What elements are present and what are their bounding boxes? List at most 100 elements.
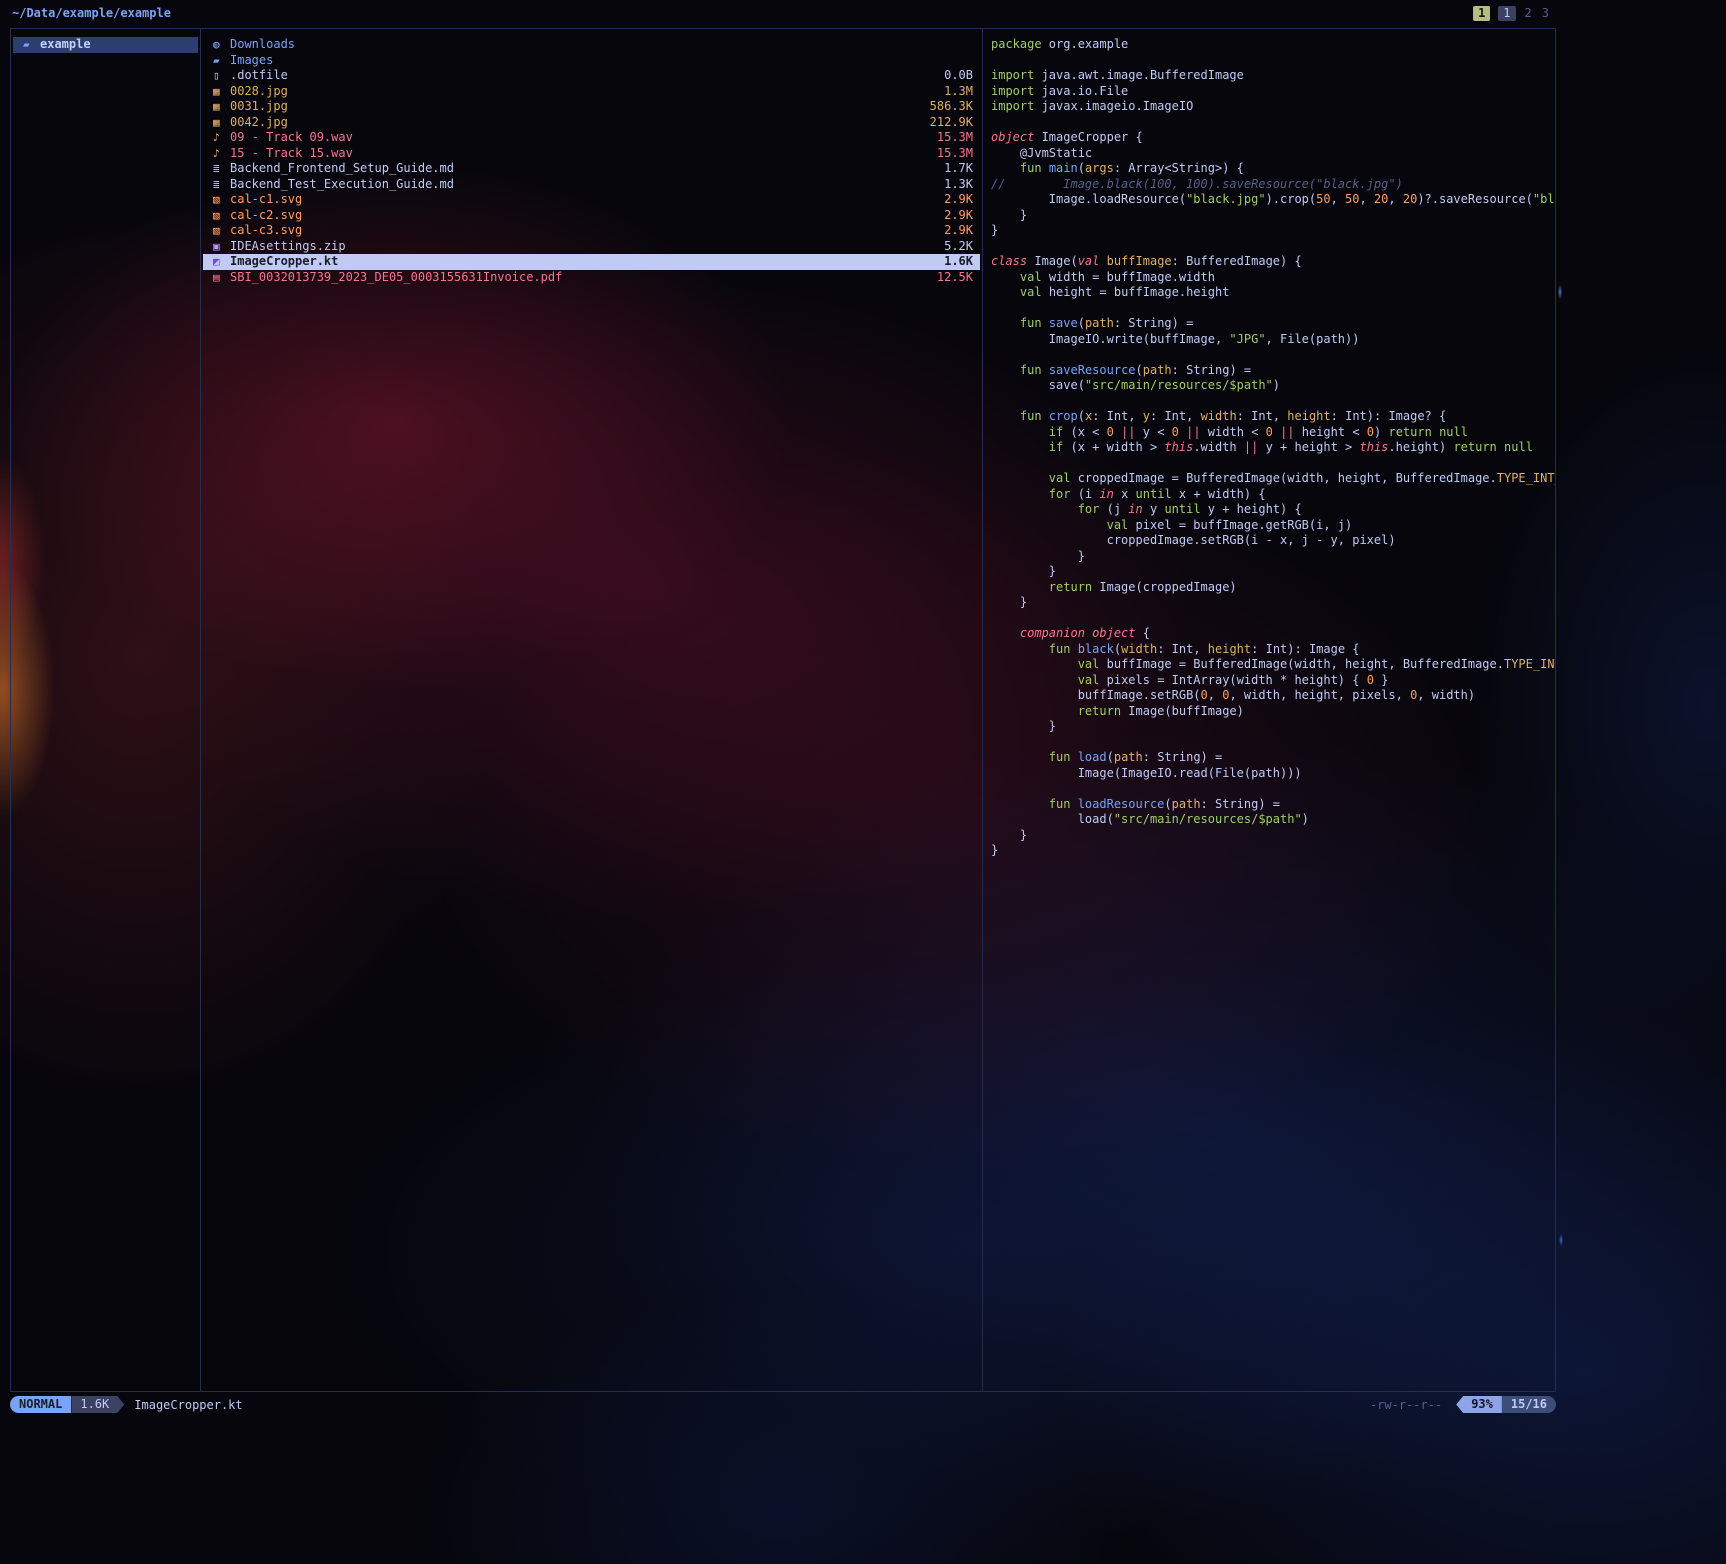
code-line: for (i in x until x + width) { [991, 487, 1555, 503]
file-row[interactable]: ◍Downloads [203, 37, 980, 53]
file-size: 5.2K [944, 239, 973, 255]
file-row[interactable]: ◩ImageCropper.kt1.6K [203, 254, 980, 270]
statusbar-right: -rw-r--r-- 93% 15/16 [1370, 1396, 1556, 1413]
kotlin-icon: ◩ [213, 254, 230, 270]
preview-pane: package org.example import java.awt.imag… [983, 29, 1555, 1391]
tab-indicator-1[interactable]: 1 [1498, 6, 1515, 21]
file-row[interactable]: ▦0028.jpg1.3M [203, 84, 980, 100]
file-size: 2.9K [944, 192, 973, 208]
code-line [991, 347, 1555, 363]
file-list: ◍Downloads▰Images▯.dotfile0.0B▦0028.jpg1… [203, 37, 980, 285]
code-line: fun save(path: String) = [991, 316, 1555, 332]
code-line: object ImageCropper { [991, 130, 1555, 146]
code-line: import javax.imageio.ImageIO [991, 99, 1555, 115]
vector-icon: ▧ [213, 223, 230, 239]
file-size: 0.0B [944, 68, 973, 84]
archive-icon: ▣ [213, 239, 230, 255]
file-size: 2.9K [944, 208, 973, 224]
file-row[interactable]: ▯.dotfile0.0B [203, 68, 980, 84]
file-row[interactable]: ♪09 - Track 09.wav 15.3M [203, 130, 980, 146]
file-row[interactable]: ≣Backend_Frontend_Setup_Guide.md 1.7K [203, 161, 980, 177]
file-row[interactable]: ▧cal-c3.svg 2.9K [203, 223, 980, 239]
folder-icon: ▰ [213, 53, 230, 69]
file-name: 0031.jpg [230, 99, 922, 115]
image-icon: ▦ [213, 84, 230, 100]
code-line: for (j in y until y + height) { [991, 502, 1555, 518]
file-row[interactable]: ≣Backend_Test_Execution_Guide.md1.3K [203, 177, 980, 193]
file-size-chip: 1.6K [71, 1396, 124, 1413]
code-line: } [991, 843, 1555, 859]
code-line [991, 115, 1555, 131]
file-row[interactable]: ▧cal-c1.svg2.9K [203, 192, 980, 208]
file-name: 15 - Track 15.wav [230, 146, 929, 162]
breadcrumb-path: ~/Data/example/example [12, 6, 171, 20]
code-line: buffImage.setRGB(0, 0, width, height, pi… [991, 688, 1555, 704]
code-line: } [991, 549, 1555, 565]
file-size: 586.3K [930, 99, 973, 115]
code-line: import java.io.File [991, 84, 1555, 100]
tab-indicator-3[interactable]: 3 [1541, 6, 1550, 21]
scroll-percentage: 93% [1456, 1396, 1502, 1413]
mode-indicator: NORMAL [10, 1396, 71, 1413]
code-line [991, 394, 1555, 410]
pdf-icon: ▤ [213, 270, 230, 286]
file-row[interactable]: ▧cal-c2.svg 2.9K [203, 208, 980, 224]
vector-icon: ▧ [213, 192, 230, 208]
code-line: } [991, 564, 1555, 580]
code-line: // Image.black(100, 100).saveResource("b… [991, 177, 1555, 193]
code-line: croppedImage.setRGB(i - x, j - y, pixel) [991, 533, 1555, 549]
code-line: fun load(path: String) = [991, 750, 1555, 766]
file-row[interactable]: ▣IDEAsettings.zip5.2K [203, 239, 980, 255]
code-line [991, 611, 1555, 627]
code-line [991, 239, 1555, 255]
code-line: } [991, 595, 1555, 611]
markdown-icon: ≣ [213, 161, 230, 177]
vector-icon: ▧ [213, 208, 230, 224]
code-line: Image.loadResource("black.jpg").crop(50,… [991, 192, 1555, 208]
code-line [991, 53, 1555, 69]
code-line: save("src/main/resources/$path") [991, 378, 1555, 394]
code-line: class Image(val buffImage: BufferedImage… [991, 254, 1555, 270]
code-line: package org.example [991, 37, 1555, 53]
parent-list: ▰example [13, 37, 198, 53]
file-row[interactable]: ▦0042.jpg212.9K [203, 115, 980, 131]
file-name: cal-c3.svg [230, 223, 936, 239]
file-name: 0028.jpg [230, 84, 936, 100]
file-name: ImageCropper.kt [230, 254, 936, 270]
code-line: return Image(buffImage) [991, 704, 1555, 720]
tab-indicator-1[interactable]: 1 [1473, 6, 1490, 21]
parent-dir-row[interactable]: ▰example [13, 37, 198, 53]
file-icon: ▯ [213, 68, 230, 84]
audio-icon: ♪ [213, 130, 230, 146]
code-line: val pixel = buffImage.getRGB(i, j) [991, 518, 1555, 534]
code-line [991, 301, 1555, 317]
file-name: 09 - Track 09.wav [230, 130, 929, 146]
markdown-icon: ≣ [213, 177, 230, 193]
parent-pane: ▰example [11, 29, 201, 1391]
file-size: 2.9K [944, 223, 973, 239]
file-row[interactable]: ♪15 - Track 15.wav15.3M [203, 146, 980, 162]
file-row[interactable]: ▤SBI_0032013739_2023_DE05_0003155631Invo… [203, 270, 980, 286]
file-manager-panes: ▰example ◍Downloads▰Images▯.dotfile0.0B▦… [10, 28, 1556, 1392]
file-size: 15.3M [937, 130, 973, 146]
code-line: @JvmStatic [991, 146, 1555, 162]
statusbar: NORMAL 1.6K ImageCropper.kt -rw-r--r-- 9… [10, 1396, 1556, 1413]
file-row[interactable]: ▦0031.jpg586.3K [203, 99, 980, 115]
code-line: if (x + width > this.width || y + height… [991, 440, 1555, 456]
image-icon: ▦ [213, 115, 230, 131]
code-line: fun saveResource(path: String) = [991, 363, 1555, 379]
code-line: ImageIO.write(buffImage, "JPG", File(pat… [991, 332, 1555, 348]
file-row[interactable]: ▰Images [203, 53, 980, 69]
code-preview: package org.example import java.awt.imag… [991, 37, 1555, 859]
statusbar-filename: ImageCropper.kt [134, 1398, 242, 1412]
audio-icon: ♪ [213, 146, 230, 162]
code-line: Image(ImageIO.read(File(path))) [991, 766, 1555, 782]
tab-indicator-2[interactable]: 2 [1524, 6, 1533, 21]
code-line: } [991, 208, 1555, 224]
file-size: 1.7K [944, 161, 973, 177]
topbar: ~/Data/example/example 1123 [12, 5, 1714, 23]
code-line: val height = buffImage.height [991, 285, 1555, 301]
file-name: Backend_Frontend_Setup_Guide.md [230, 161, 936, 177]
file-name: cal-c2.svg [230, 208, 936, 224]
code-line: if (x < 0 || y < 0 || width < 0 || heigh… [991, 425, 1555, 441]
